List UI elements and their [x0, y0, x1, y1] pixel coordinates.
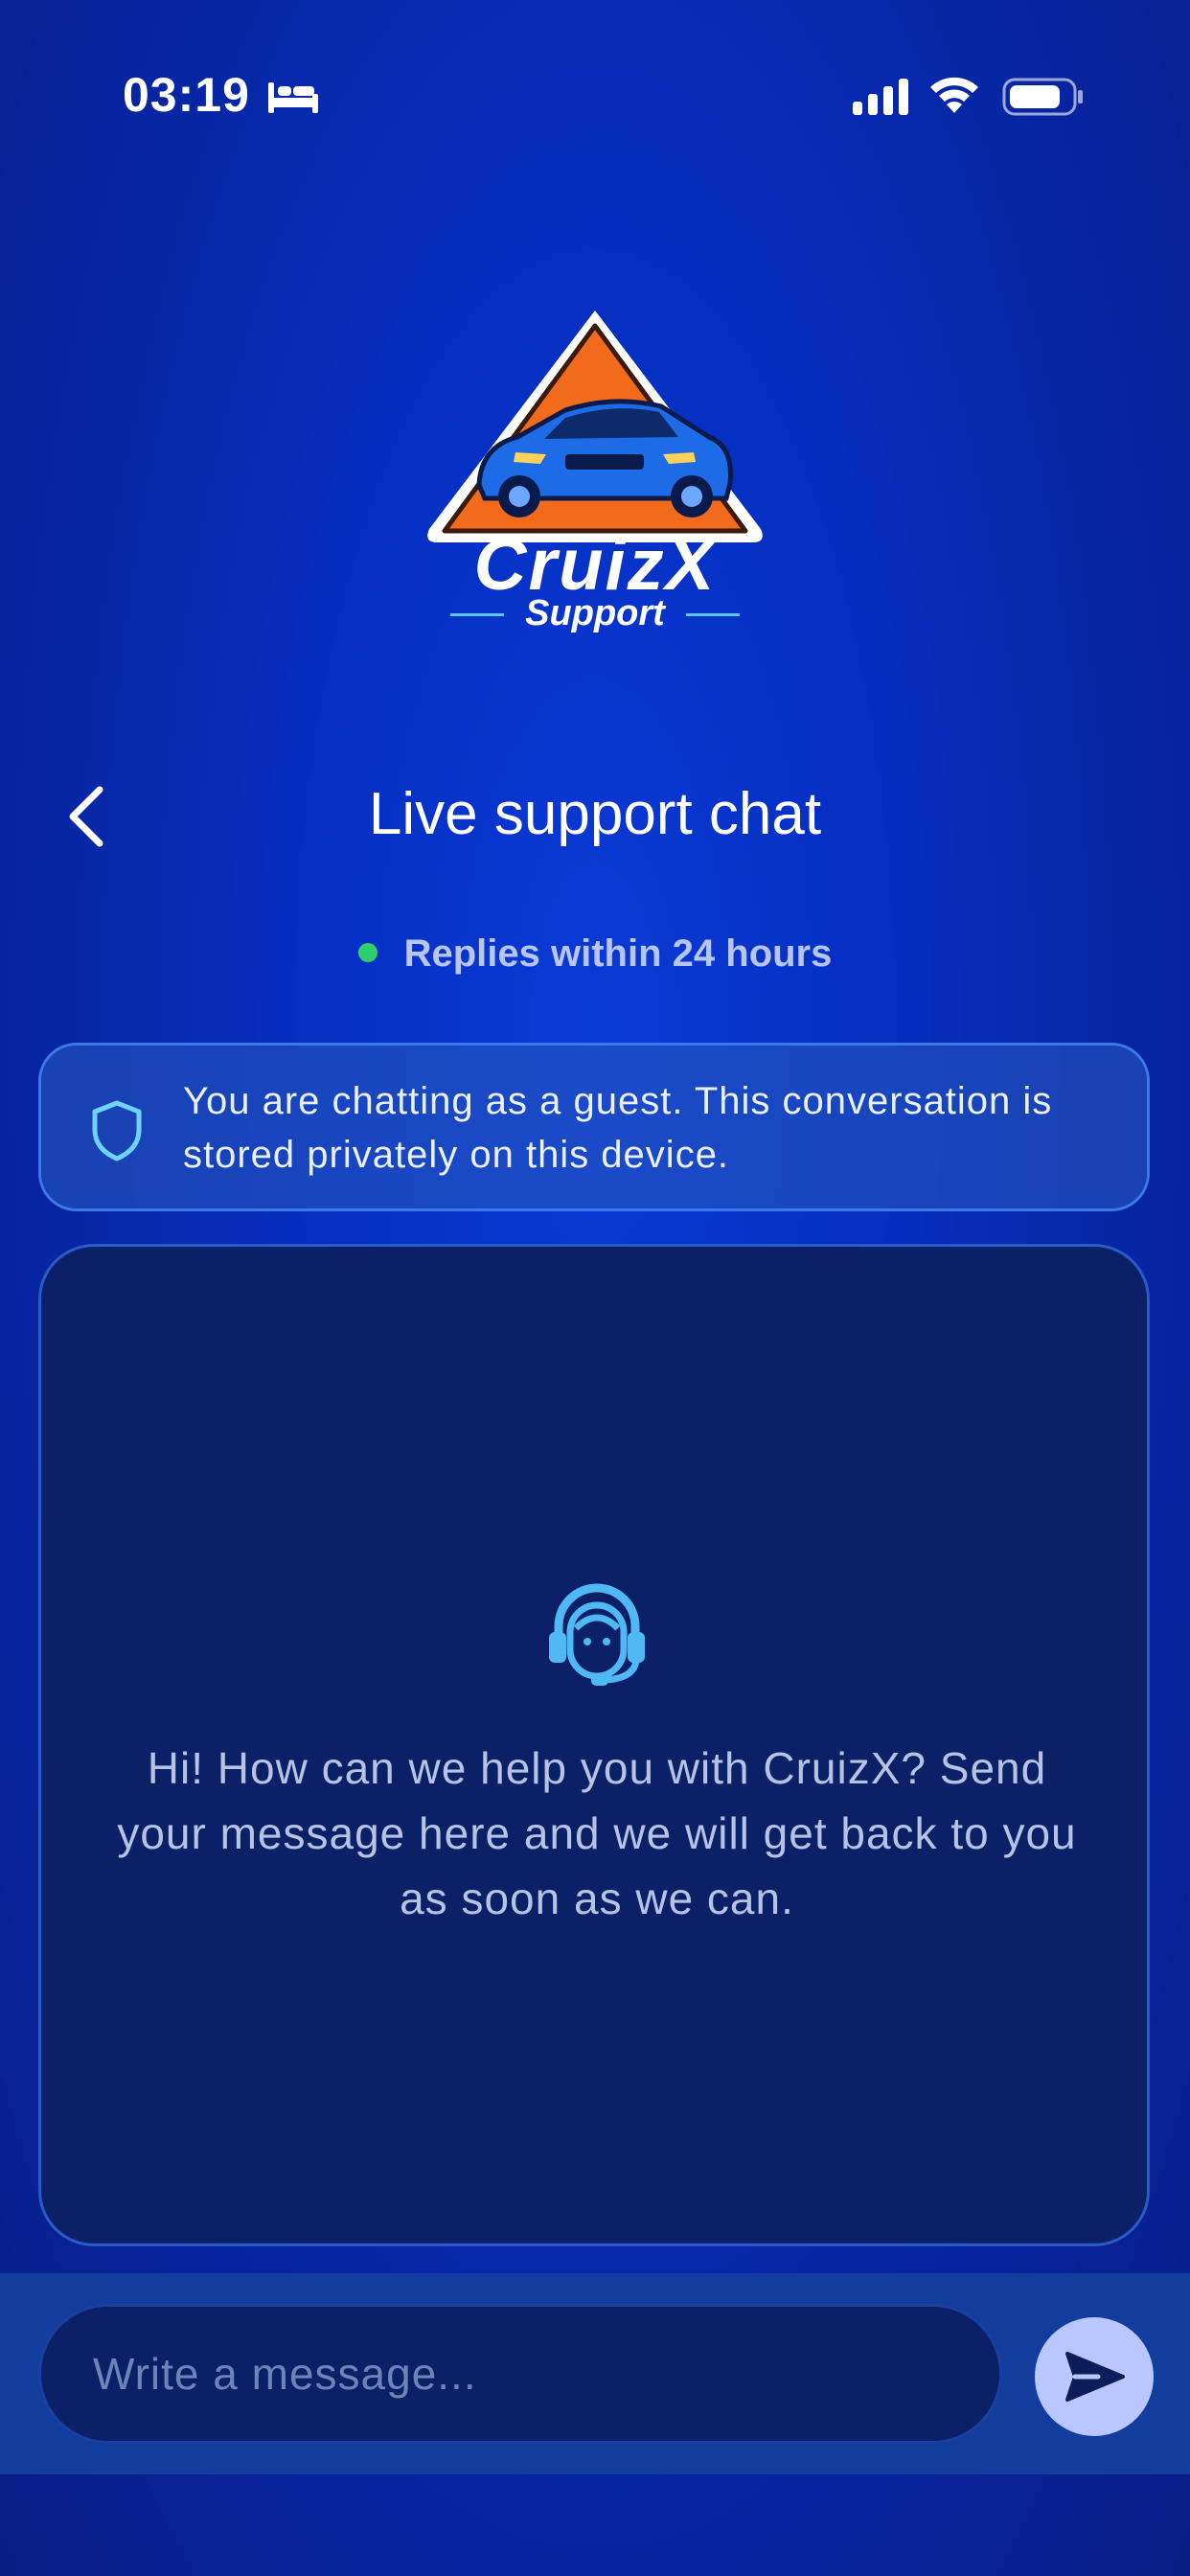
- chat-messages-area: Hi! How can we help you with CruizX? Sen…: [38, 1244, 1150, 2246]
- send-button[interactable]: [1035, 2317, 1154, 2436]
- logo-subtitle: Support: [450, 592, 740, 634]
- availability-text: Replies within 24 hours: [403, 932, 833, 975]
- bed-icon: [268, 82, 318, 113]
- availability-status: Replies within 24 hours: [0, 930, 1190, 978]
- message-input[interactable]: [38, 2304, 1002, 2444]
- guest-notice-text: You are chatting as a guest. This conver…: [183, 1080, 1053, 1176]
- signal-icon: [853, 79, 908, 115]
- status-bar: 03:19: [0, 0, 1190, 192]
- page-title: Live support chat: [368, 781, 822, 847]
- logo-wordmark: CruizX: [473, 524, 717, 606]
- support-agent-icon: [549, 1583, 645, 1686]
- guest-notice-banner: You are chatting as a guest. This conver…: [38, 1043, 1150, 1211]
- support-chat-screen: 03:19 CruizX Support Live support chat R…: [0, 0, 1190, 2576]
- status-time: 03:19: [123, 68, 250, 122]
- message-composer: [0, 2273, 1190, 2474]
- wifi-icon: [930, 77, 978, 113]
- welcome-message: Hi! How can we help you with CruizX? Sen…: [117, 1743, 1077, 1923]
- battery-icon: [1002, 78, 1083, 116]
- shield-icon: [92, 1100, 142, 1162]
- online-status-dot: [357, 943, 378, 962]
- send-icon: [1065, 2352, 1125, 2402]
